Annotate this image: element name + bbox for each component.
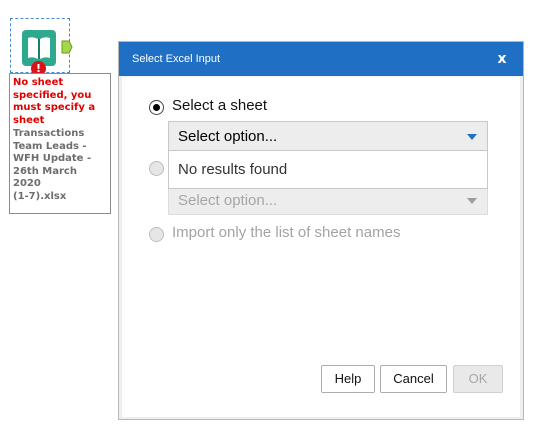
tool-annotation: No sheet specified, you must specify a s… bbox=[9, 73, 111, 214]
radio-select-sheet-label[interactable]: Select a sheet bbox=[172, 97, 267, 114]
sheet-dropdown-list: No results found bbox=[168, 151, 488, 189]
sheet-select-value: Select option... bbox=[178, 128, 278, 145]
error-message: No sheet specified, you must specify a s… bbox=[13, 77, 96, 126]
help-button[interactable]: Help bbox=[321, 365, 375, 393]
chevron-down-icon[interactable] bbox=[467, 134, 477, 140]
chevron-down-icon bbox=[467, 198, 477, 204]
select-excel-input-dialog: Select Excel Input x Select a sheet Sele… bbox=[118, 41, 524, 420]
close-icon[interactable]: x bbox=[495, 49, 509, 69]
dialog-content: Select a sheet Select option... Import o… bbox=[122, 77, 520, 417]
file-name: Transactions Team Leads - WFH Update - 2… bbox=[13, 128, 92, 202]
second-select: Select option... bbox=[168, 185, 488, 215]
cancel-button[interactable]: Cancel bbox=[380, 365, 447, 393]
no-results-message: No results found bbox=[178, 161, 288, 178]
second-select-value: Select option... bbox=[178, 192, 278, 209]
sheet-select[interactable]: Select option... bbox=[168, 121, 488, 151]
output-anchor-icon[interactable] bbox=[61, 40, 73, 54]
radio-option-2[interactable] bbox=[149, 161, 164, 176]
radio-import-sheet-names[interactable] bbox=[149, 227, 164, 242]
radio-import-sheet-names-label[interactable]: Import only the list of sheet names bbox=[172, 224, 400, 241]
dialog-title-bar[interactable]: Select Excel Input x bbox=[119, 42, 523, 76]
ok-button[interactable]: OK bbox=[453, 365, 503, 393]
radio-select-sheet[interactable] bbox=[149, 100, 164, 115]
dialog-title: Select Excel Input bbox=[132, 53, 221, 65]
